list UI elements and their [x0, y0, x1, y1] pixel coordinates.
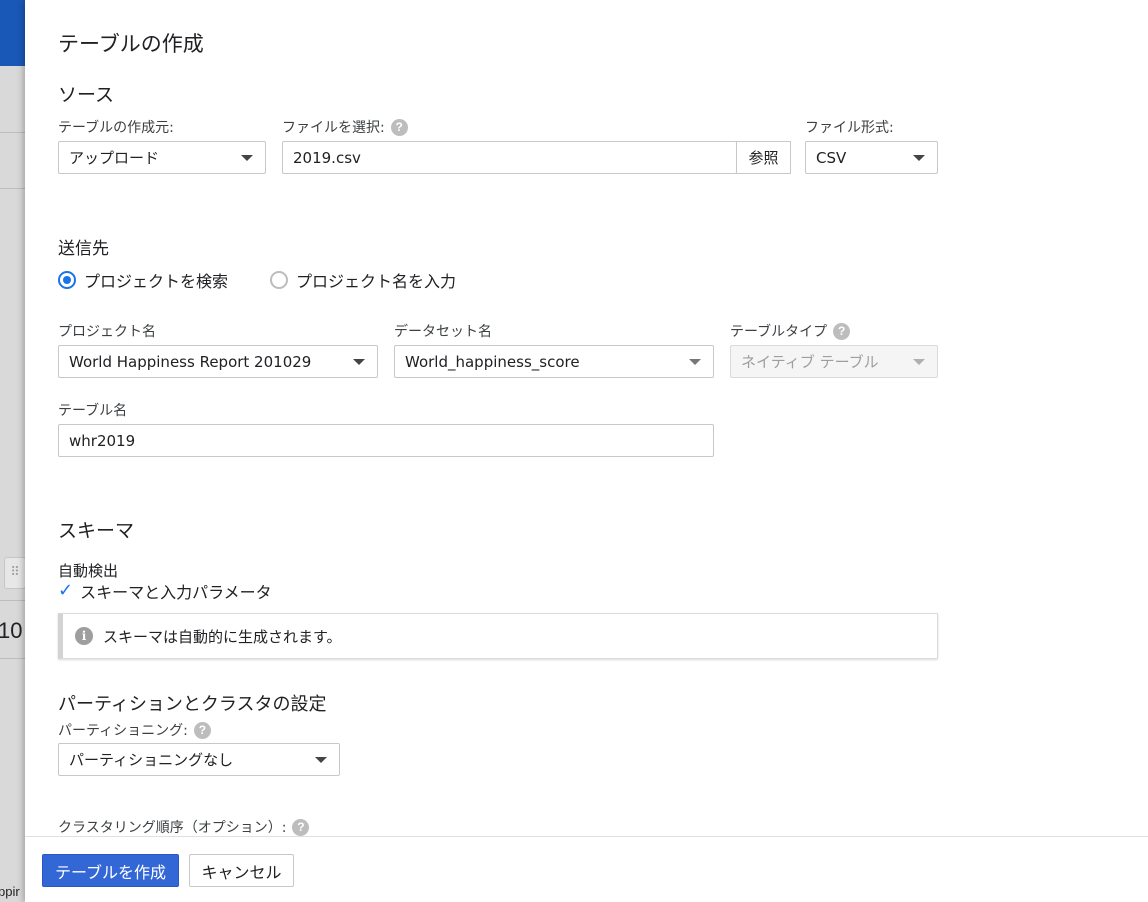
auto-detect-checkbox[interactable]: ✓ スキーマと入力パラメータ: [58, 579, 272, 603]
destination-section-title: 送信先: [58, 239, 109, 259]
checkmark-icon[interactable]: ✓: [58, 582, 73, 600]
drawer-footer: テーブルを作成 キャンセル: [25, 836, 1148, 902]
table-name-input[interactable]: whr2019: [58, 424, 714, 457]
schema-section-title: スキーマ: [58, 520, 135, 542]
radio-unchecked-icon[interactable]: [270, 271, 289, 289]
chevron-down-icon: [315, 756, 327, 763]
partition-section-title: パーティションとクラスタの設定: [58, 694, 327, 715]
table-name-label: テーブル名: [58, 400, 127, 420]
file-format-select[interactable]: CSV: [805, 141, 938, 174]
auto-detect-label: 自動検出: [58, 560, 118, 581]
radio-search-project-label: プロジェクトを検索: [84, 272, 229, 291]
table-name-value: whr2019: [69, 431, 136, 450]
file-format-label-text: ファイル形式:: [805, 120, 894, 136]
create-from-label-text: テーブルの作成元:: [58, 120, 174, 136]
chevron-down-icon: [913, 358, 925, 365]
table-type-label: テーブルタイプ ?: [730, 321, 851, 341]
cancel-button[interactable]: キャンセル: [189, 854, 294, 887]
schema-info-box: i スキーマは自動的に生成されます。: [58, 613, 938, 659]
chevron-down-icon: [689, 358, 701, 365]
create-from-value: アップロード: [69, 149, 160, 167]
file-select-label: ファイルを選択: ?: [282, 117, 408, 137]
chevron-down-icon: [241, 154, 253, 161]
partitioning-label-text: パーティショニング:: [58, 723, 188, 739]
help-icon[interactable]: ?: [390, 118, 408, 136]
browse-button[interactable]: 参照: [736, 141, 791, 174]
file-format-label: ファイル形式:: [805, 117, 894, 137]
drag-handle-icon: ⠿: [4, 557, 26, 589]
project-name-label: プロジェクト名: [58, 321, 156, 341]
project-name-label-text: プロジェクト名: [58, 324, 156, 340]
dataset-name-select[interactable]: World_happiness_score: [394, 345, 714, 378]
project-name-value: World Happiness Report 201029: [69, 352, 312, 371]
create-from-select[interactable]: アップロード: [58, 141, 266, 174]
partitioning-value: パーティショニングなし: [69, 751, 234, 769]
create-from-label: テーブルの作成元:: [58, 117, 174, 137]
schema-info-text: スキーマは自動的に生成されます。: [103, 627, 342, 646]
table-name-label-text: テーブル名: [58, 403, 128, 419]
dataset-name-label-text: データセット名: [394, 324, 492, 340]
source-section-title: ソース: [58, 84, 115, 106]
radio-checked-icon[interactable]: [58, 271, 76, 289]
drawer-scroll-area[interactable]: テーブルの作成 ソース テーブルの作成元: アップロード ファイルを選択: ? …: [25, 0, 1148, 836]
partitioning-select[interactable]: パーティショニングなし: [58, 743, 340, 776]
dataset-name-label: データセット名: [394, 321, 492, 341]
project-mode-radio-group: プロジェクトを検索 プロジェクト名を入力: [58, 268, 456, 292]
background-text: ppir: [0, 884, 20, 899]
radio-enter-project[interactable]: プロジェクト名を入力: [270, 268, 456, 292]
page-title: テーブルの作成: [58, 32, 204, 56]
table-type-label-text: テーブルタイプ: [730, 324, 828, 340]
file-input[interactable]: 2019.csv: [282, 141, 737, 174]
radio-enter-project-label: プロジェクト名を入力: [296, 272, 457, 291]
background-text: 10: [0, 618, 23, 643]
help-icon[interactable]: ?: [292, 818, 310, 836]
create-table-drawer: テーブルの作成 ソース テーブルの作成元: アップロード ファイルを選択: ? …: [25, 0, 1148, 902]
table-type-select: ネイティブ テーブル: [730, 345, 938, 378]
clustering-label: クラスタリング順序（オプション）: ?: [58, 817, 310, 836]
partitioning-label: パーティショニング: ?: [58, 720, 211, 740]
table-type-value: ネイティブ テーブル: [741, 353, 879, 371]
file-select-label-text: ファイルを選択:: [282, 120, 385, 136]
help-icon[interactable]: ?: [193, 721, 211, 739]
file-input-value: 2019.csv: [293, 148, 361, 167]
radio-search-project[interactable]: プロジェクトを検索: [58, 268, 228, 292]
dataset-name-value: World_happiness_score: [405, 352, 580, 371]
clustering-label-text: クラスタリング順序（オプション）:: [58, 820, 287, 836]
project-name-select[interactable]: World Happiness Report 201029: [58, 345, 378, 378]
chevron-down-icon: [913, 154, 925, 161]
help-icon[interactable]: ?: [833, 322, 851, 340]
info-icon: i: [75, 627, 93, 645]
chevron-down-icon: [353, 358, 365, 365]
auto-detect-label-text: 自動検出: [58, 562, 119, 580]
auto-detect-checkbox-label: スキーマと入力パラメータ: [80, 583, 272, 602]
create-table-button[interactable]: テーブルを作成: [42, 854, 179, 887]
file-format-value: CSV: [816, 148, 847, 167]
